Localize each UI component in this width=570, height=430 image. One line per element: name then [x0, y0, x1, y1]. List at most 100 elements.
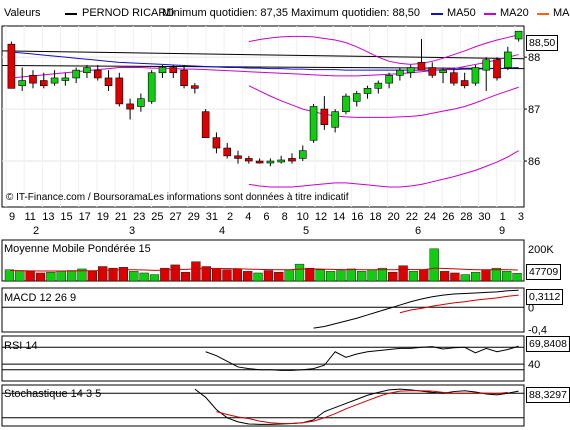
- x-day-tick-label: 25: [151, 211, 163, 223]
- volume-bar-up: [357, 271, 367, 282]
- x-month-label: 9: [499, 225, 505, 237]
- x-day-tick-label: 10: [297, 211, 309, 223]
- candle-down: [169, 67, 178, 74]
- candle-down: [104, 77, 113, 87]
- candle-up: [374, 82, 383, 89]
- volume-bar-up: [346, 268, 356, 282]
- volume-bar-down: [98, 266, 108, 282]
- volume-bar-down: [481, 269, 491, 282]
- volume-bar-down: [87, 271, 97, 282]
- volume-last-value: 47709: [526, 264, 562, 280]
- candle-down: [428, 67, 437, 76]
- candle-down: [460, 80, 469, 87]
- candle-up: [309, 106, 318, 141]
- candle-down: [320, 108, 329, 125]
- x-day-tick-label: 15: [60, 211, 72, 223]
- volume-bar-up: [471, 271, 481, 282]
- volume-bar-down: [274, 271, 284, 282]
- candle-up: [471, 67, 480, 84]
- x-day-tick-label: 14: [333, 211, 345, 223]
- x-day-tick-label: 27: [169, 211, 181, 223]
- x-day-tick-label: 21: [115, 211, 127, 223]
- volume-bar-down: [222, 269, 232, 282]
- candle-up: [439, 69, 447, 74]
- price-panel-frame: [1, 25, 525, 208]
- candle-down: [7, 43, 16, 89]
- price-last-value: 88,50: [526, 35, 559, 51]
- x-day-tick-label: 18: [369, 211, 381, 223]
- macd-panel-title: MACD 12 26 9: [4, 292, 77, 304]
- candle-up: [352, 93, 361, 102]
- candle-up: [83, 67, 91, 74]
- candle-down: [223, 147, 232, 157]
- x-day-tick-label: 2: [227, 211, 233, 223]
- x-day-tick-label: 6: [263, 211, 269, 223]
- rsi-y-tick-label: 40: [528, 359, 540, 371]
- candle-up: [158, 67, 167, 74]
- x-day-tick-label: 19: [97, 211, 109, 223]
- volume-bar-down: [35, 272, 46, 282]
- rsi-last-value: 69,8408: [526, 336, 570, 352]
- macd-last-value: 0,3112: [526, 289, 564, 305]
- watermark-text: © IT-Finance.com / BoursoramaLes informa…: [6, 192, 349, 203]
- candle-up: [514, 30, 523, 40]
- x-day-tick-label: 26: [442, 211, 454, 223]
- candle-up: [277, 159, 285, 163]
- x-month-label: 6: [415, 225, 421, 237]
- volume-bar-up: [294, 263, 305, 282]
- x-month-label: 5: [303, 225, 309, 237]
- candle-up: [298, 150, 307, 159]
- candle-up: [385, 75, 393, 84]
- price-y-tick-label: 88: [528, 52, 540, 64]
- volume-bar-up: [46, 271, 56, 282]
- volume-bar-down: [388, 271, 398, 282]
- x-day-tick-label: 9: [9, 211, 15, 223]
- volume-bar-up: [149, 274, 160, 282]
- volume-bar-down: [180, 271, 191, 282]
- candle-down: [39, 80, 48, 87]
- volume-bar-down: [25, 271, 35, 282]
- x-day-tick-label: 22: [406, 211, 418, 223]
- candle-up: [396, 69, 404, 76]
- candle-up: [482, 59, 491, 71]
- volume-bar-up: [512, 273, 522, 282]
- volume-bar-up: [66, 270, 77, 282]
- x-day-tick-label: 24: [424, 211, 436, 223]
- candle-down: [126, 103, 134, 110]
- x-day-tick-label: 13: [42, 211, 54, 223]
- candle-up: [137, 98, 145, 107]
- volume-bar-down: [191, 261, 201, 282]
- x-day-tick-label: 3: [518, 211, 524, 223]
- candle-down: [115, 77, 124, 105]
- candle-down: [417, 62, 426, 71]
- volume-bar-up: [429, 248, 439, 282]
- volume-y-tick-label: 200K: [528, 244, 554, 256]
- candle-up: [266, 160, 275, 164]
- candle-up: [406, 67, 415, 74]
- volume-bar-down: [232, 268, 242, 282]
- x-day-tick-label: 1: [500, 211, 506, 223]
- candle-down: [191, 85, 199, 89]
- volume-bar-up: [325, 271, 336, 282]
- candle-down: [93, 69, 102, 79]
- candle-up: [147, 72, 156, 102]
- x-month-label: 3: [129, 225, 135, 237]
- volume-panel-title: Moyenne Mobile Pondérée 15: [4, 243, 151, 255]
- candle-down: [201, 111, 210, 138]
- candle-down: [493, 59, 501, 79]
- volume-bar-down: [305, 267, 315, 282]
- volume-bar-up: [284, 269, 294, 282]
- candle-up: [72, 69, 80, 79]
- volume-bar-down: [450, 272, 460, 282]
- stoch-last-value: 88,3297: [526, 387, 570, 403]
- candle-up: [331, 111, 339, 128]
- candle-down: [212, 137, 221, 149]
- volume-bar-up: [129, 271, 139, 282]
- volume-bar-down: [170, 264, 180, 282]
- x-day-tick-label: 17: [79, 211, 91, 223]
- volume-bar-up: [460, 274, 470, 282]
- price-y-tick-label: 87: [528, 104, 540, 116]
- x-day-tick-label: 28: [460, 211, 472, 223]
- volume-bar-up: [139, 272, 149, 282]
- macd-y-tick-label: -0,4: [528, 324, 547, 336]
